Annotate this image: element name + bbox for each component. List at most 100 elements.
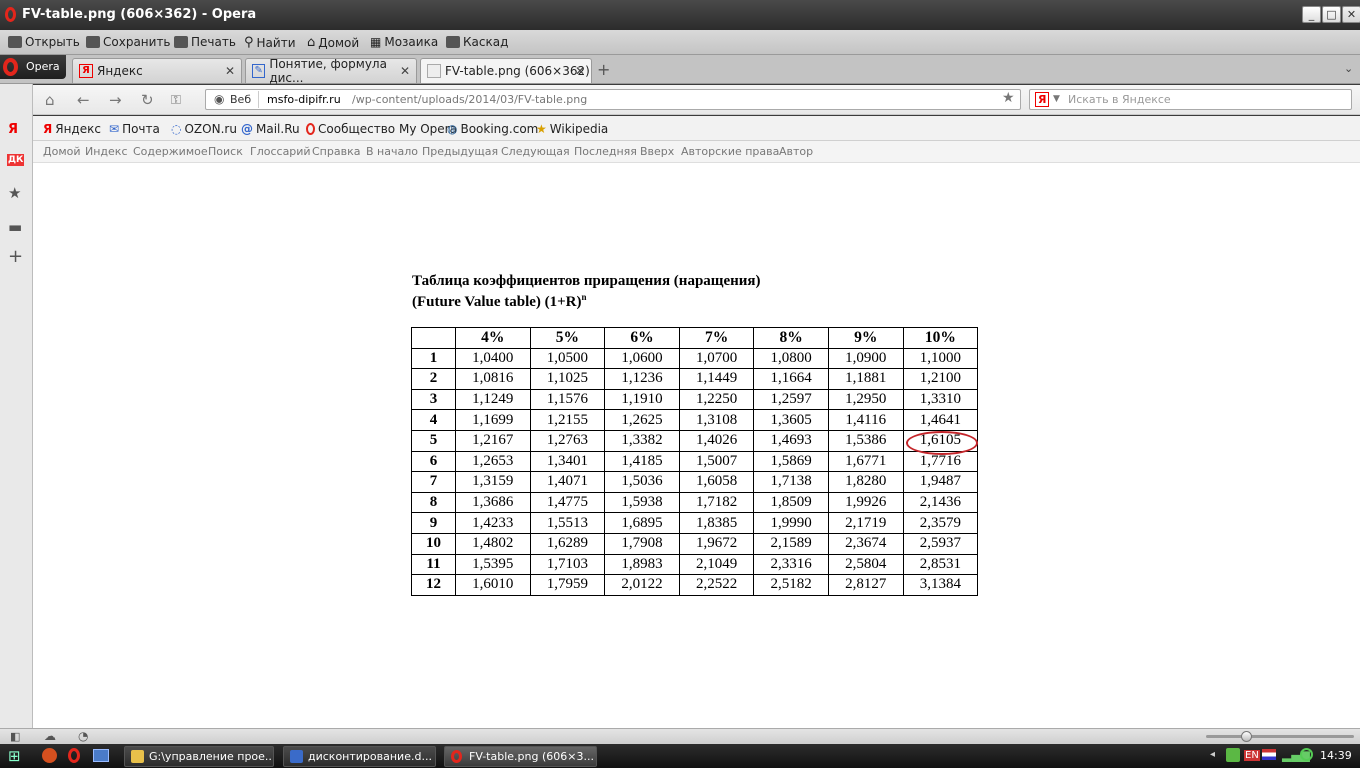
value-text: 1,9487 [919,473,961,490]
key-icon[interactable]: ⚿ [171,93,181,108]
bookmark-booking[interactable]: ◍ Booking.com [447,122,538,136]
bookmark-wikipedia[interactable]: ★ Wikipedia [536,122,608,136]
menu-open[interactable]: Открыть [8,35,80,49]
period-cell: 2 [411,368,456,390]
yandex-icon: Я [43,122,53,136]
yandex-panel-icon[interactable]: Я [8,122,18,137]
nav-author[interactable]: Автор [779,145,813,158]
menu-save[interactable]: Сохранить [86,35,171,49]
value-cell: 1,6771 [827,450,904,473]
task-explorer[interactable]: G:\управление прое... [124,746,274,767]
engine-dropdown-icon[interactable]: ▼ [1053,94,1060,104]
minimize-button[interactable]: _ [1302,6,1321,23]
value-cell: 1,2653 [455,450,531,473]
nav-up[interactable]: Вверх [640,145,674,158]
add-panel-icon[interactable]: + [8,246,23,267]
value-text: 1,8385 [695,514,738,531]
tab-bar: Я Яндекс ✕ ✎ Понятие, формула дис... ✕ F… [0,55,1360,85]
url-field[interactable]: ◉ Веб msfo-dipifr.ru /wp-content/uploads… [205,89,1021,110]
value-text: 1,1910 [621,391,663,408]
value-cell: 1,0900 [827,347,904,370]
subtitle-text: (Future Value table) (1+R) [412,294,582,310]
nav-home[interactable]: Домой [43,145,81,158]
tab-yandex[interactable]: Я Яндекс ✕ [72,58,242,83]
close-tab-icon[interactable]: ✕ [575,64,585,78]
nav-next[interactable]: Следующая [501,145,570,158]
period-cell: 6 [411,450,456,473]
value-cell: 1,4116 [827,409,904,431]
tab-concept[interactable]: ✎ Понятие, формула дис... ✕ [245,57,417,85]
value-text: 1,7908 [621,535,663,552]
task-opera[interactable]: FV-table.png (606×3... [444,746,597,767]
zoom-slider-handle[interactable] [1241,731,1252,742]
star-icon[interactable]: ★ [8,184,21,202]
opera-menu-button[interactable]: Opera [0,55,66,79]
panel-toggle-icon[interactable]: ◧ [10,730,20,743]
home-icon[interactable]: ⌂ [45,91,55,109]
url-divider [258,91,259,108]
forward-icon[interactable]: → [109,91,122,109]
menu-home[interactable]: ⌂ Домой [307,35,359,50]
period-cell: 8 [411,491,456,514]
nav-glossary[interactable]: Глоссарий [250,145,311,158]
bookmark-star-icon[interactable]: ★ [1002,90,1015,106]
menu-tile[interactable]: ▦ Мозаика [370,35,438,49]
notes-icon[interactable]: ▬ [8,218,22,236]
close-tab-icon[interactable]: ✕ [400,64,410,78]
table-row: 5 1,2167 1,2763 1,3382 1,4026 1,4693 1,5386 1,6… [411,429,979,456]
nav-search[interactable]: Поиск [208,145,243,158]
firefox-icon[interactable] [42,748,57,763]
value-text: 1,5869 [770,452,812,469]
table-header-row: 4% 5% 6% 7% 8% 9% 10% [411,327,979,349]
booking-icon: ◍ [447,122,458,136]
period-cell: 12 [411,574,456,596]
download-tray-icon[interactable] [1226,748,1240,762]
table-row: 6 1,2653 1,3401 1,4185 1,5007 1,5869 1,6771 1,7… [411,450,979,473]
menu-cascade[interactable]: Каскад [446,35,508,49]
tray-expand-icon[interactable]: ◂ [1210,749,1215,760]
nav-index[interactable]: Индекс [85,145,128,158]
menu-print[interactable]: Печать [174,35,236,49]
opera-launch-icon[interactable] [68,748,80,763]
search-input[interactable]: Я ▼ Искать в Яндексе [1029,89,1352,110]
zoom-slider[interactable] [1206,735,1354,738]
value-text: 1,6895 [621,514,663,531]
value-text: 1,1699 [472,411,514,428]
nav-contents[interactable]: Содержимое [133,145,208,158]
nav-copyright[interactable]: Авторские права [681,145,779,158]
nav-previous[interactable]: Предыдущая [422,145,498,158]
value-cell: 1,6289 [529,532,606,555]
back-icon[interactable]: ← [77,91,90,109]
status-tray-icon[interactable] [1300,748,1313,761]
speed-dial-icon[interactable]: ◔ [78,729,88,743]
language-icon[interactable]: EN [1244,750,1260,761]
dk-panel-icon[interactable]: ДК [7,154,25,166]
nav-first[interactable]: В начало [366,145,418,158]
bookmark-mailru[interactable]: @ Mail.Ru [241,122,300,136]
task-word-document[interactable]: дисконтирование.d... [283,746,436,767]
menu-find[interactable]: ⚲ Найти [244,35,296,50]
value-text: 2,1589 [770,535,812,552]
value-text: 2,8531 [919,555,961,572]
site-navigation-bar: Домой Индекс Содержимое Поиск Глоссарий … [33,141,1360,163]
bookmark-my-opera[interactable]: Сообщество My Opera [306,122,457,136]
value-cell: 2,5182 [753,574,829,596]
desktop-icon[interactable] [93,749,109,762]
tab-fv-table[interactable]: FV-table.png (606×362) ✕ [420,58,592,83]
flag-icon[interactable] [1262,749,1276,760]
tab-list-chevron-icon[interactable]: ⌄ [1344,62,1353,75]
bookmark-yandex[interactable]: Я Яндекс [43,122,101,136]
reload-icon[interactable]: ↻ [141,91,154,109]
task-label: FV-table.png (606×3... [469,750,594,763]
maximize-button[interactable]: □ [1322,6,1341,23]
bookmark-mail[interactable]: ✉ Почта [109,122,160,136]
new-tab-icon[interactable]: + [597,60,610,79]
cloud-icon[interactable]: ☁ [44,729,56,743]
start-button-icon[interactable]: ⊞ [8,747,21,765]
opera-logo-icon [5,7,16,22]
nav-help[interactable]: Справка [312,145,360,158]
close-tab-icon[interactable]: ✕ [225,64,235,78]
nav-last[interactable]: Последняя [574,145,637,158]
close-window-button[interactable]: ✕ [1342,6,1360,23]
bookmark-ozon[interactable]: ◌ OZON.ru [171,122,237,136]
